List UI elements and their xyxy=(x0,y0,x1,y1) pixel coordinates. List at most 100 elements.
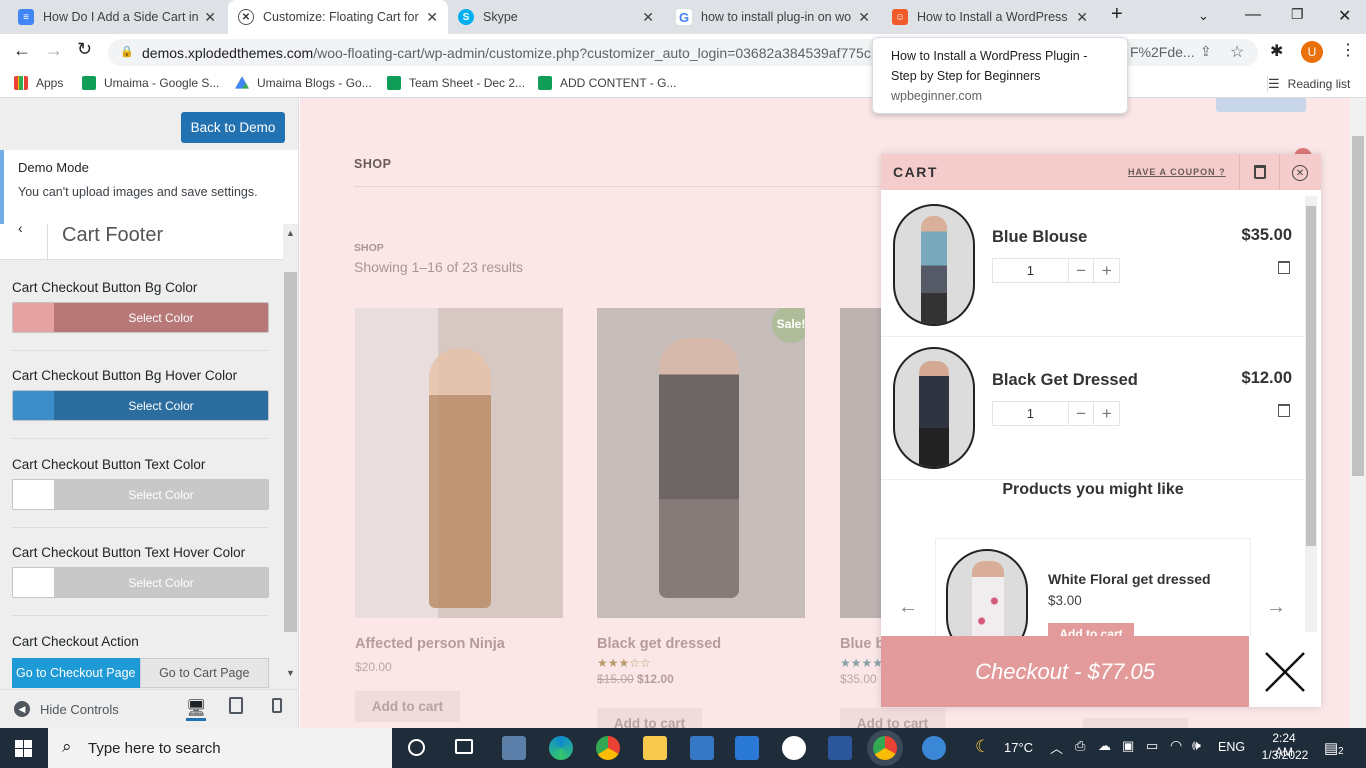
wifi-icon[interactable]: ◠ xyxy=(1170,737,1182,754)
windows-start-icon[interactable] xyxy=(15,740,32,757)
battery-icon[interactable]: ▭ xyxy=(1146,738,1158,754)
back-to-demo-button[interactable]: Back to Demo xyxy=(181,112,285,143)
nav-shop[interactable]: SHOP xyxy=(354,157,391,171)
maximize-icon[interactable]: ❐ xyxy=(1291,6,1304,23)
cart-scrollbar-track[interactable] xyxy=(1305,196,1317,632)
cortana-icon[interactable] xyxy=(408,739,425,756)
collapse-icon[interactable]: ◀ xyxy=(14,701,30,717)
minimize-icon[interactable]: — xyxy=(1245,6,1261,24)
weather-temp[interactable]: 17°C xyxy=(1004,740,1033,755)
bookmark-umaima-sheets[interactable]: Umaima - Google S... xyxy=(82,76,219,90)
bookmark-add-content[interactable]: ADD CONTENT - G... xyxy=(538,76,676,90)
file-explorer-icon[interactable] xyxy=(643,736,667,760)
tablet-preview-icon[interactable] xyxy=(229,697,243,714)
close-cart-button[interactable] xyxy=(1249,636,1321,707)
tab-customize-floating-cart[interactable]: ✕ Customize: Floating Cart for W ✕ xyxy=(228,0,448,34)
cart-item-name[interactable]: Black Get Dressed xyxy=(992,371,1138,390)
scroll-down-icon[interactable]: ▼ xyxy=(286,668,295,678)
checkout-button[interactable]: Checkout - $77.05 xyxy=(881,636,1249,707)
suggested-product-name[interactable]: White Floral get dressed xyxy=(1048,571,1211,587)
mobile-preview-icon[interactable] xyxy=(272,698,282,713)
cart-item-name[interactable]: Blue Blouse xyxy=(992,228,1087,247)
have-coupon-link[interactable]: HAVE A COUPON ? xyxy=(1128,167,1226,177)
volume-icon[interactable]: 🕪 xyxy=(1192,737,1201,754)
share-icon[interactable]: ⇪ xyxy=(1200,43,1212,60)
color-picker-button[interactable]: Select Color xyxy=(12,479,269,510)
product-image[interactable]: Sale! xyxy=(597,308,805,618)
bookmark-umaima-blogs[interactable]: Umaima Blogs - Go... xyxy=(235,76,372,90)
store-icon[interactable] xyxy=(690,736,714,760)
add-to-cart-button-partial[interactable] xyxy=(1083,718,1188,728)
mail-icon[interactable] xyxy=(735,736,759,760)
section-back-button[interactable]: ‹ xyxy=(0,220,48,260)
hide-controls-label[interactable]: Hide Controls xyxy=(40,702,119,717)
tab-wpbeginner[interactable]: ☺ How to Install a WordPress P ✕ xyxy=(882,0,1098,34)
preview-scrollbar-track[interactable] xyxy=(1350,98,1366,728)
remove-item-trash-icon[interactable] xyxy=(1278,404,1290,418)
menu-kebab-icon[interactable]: ⋮ xyxy=(1340,40,1356,60)
product-name[interactable]: Black get dressed xyxy=(597,636,805,652)
add-to-cart-button[interactable]: Add to cart xyxy=(597,708,702,728)
plus-icon[interactable]: + xyxy=(1093,259,1119,282)
notification-icon[interactable]: ▤ xyxy=(1324,739,1338,757)
tray-icon[interactable]: ⎙ xyxy=(1075,738,1085,754)
forward-arrow-icon[interactable]: → xyxy=(45,40,63,61)
chevron-up-icon[interactable]: ︿ xyxy=(1050,738,1063,757)
minus-icon[interactable]: − xyxy=(1067,402,1094,425)
reload-icon[interactable]: ↻ xyxy=(77,39,92,60)
option-cart-page[interactable]: Go to Cart Page xyxy=(139,658,269,688)
new-tab-icon[interactable]: + xyxy=(1111,3,1123,26)
bookmark-star-icon[interactable]: ☆ xyxy=(1230,42,1245,62)
preview-scrollbar-thumb[interactable] xyxy=(1352,136,1364,476)
close-cart-circle-icon[interactable]: ✕ xyxy=(1292,165,1308,181)
cart-item-image[interactable] xyxy=(893,204,975,326)
reading-list-button[interactable]: ☰ Reading list xyxy=(1267,76,1350,92)
close-tab-icon[interactable]: ✕ xyxy=(1076,9,1088,26)
carousel-prev-arrow-icon[interactable]: ← xyxy=(898,596,918,619)
network-icon[interactable]: ▣ xyxy=(1122,738,1134,754)
laptop-app-icon[interactable] xyxy=(502,736,526,760)
remove-item-trash-icon[interactable] xyxy=(1278,261,1290,275)
cart-scrollbar-thumb[interactable] xyxy=(1306,206,1316,546)
breadcrumb[interactable]: SHOP xyxy=(354,242,384,254)
taskbar-search-box[interactable]: ⌕ Type here to search xyxy=(48,728,392,768)
word-icon[interactable] xyxy=(828,736,852,760)
tab-skype[interactable]: S Skype ✕ xyxy=(448,0,664,34)
chrome-profile-icon[interactable] xyxy=(873,736,897,760)
back-arrow-icon[interactable]: ← xyxy=(13,40,31,61)
clock-date[interactable]: 1/3/2022 xyxy=(1260,748,1310,762)
tab-side-cart-doc[interactable]: ≡ How Do I Add a Side Cart in W ✕ xyxy=(8,0,226,34)
edge-icon[interactable] xyxy=(549,736,573,760)
color-picker-button[interactable]: Select Color xyxy=(12,567,269,598)
option-checkout-page[interactable]: Go to Checkout Page xyxy=(12,658,140,688)
clear-cart-trash-icon[interactable] xyxy=(1254,165,1266,179)
close-tab-icon[interactable]: ✕ xyxy=(204,9,216,26)
color-picker-button[interactable]: Select Color xyxy=(12,302,269,333)
scroll-up-icon[interactable]: ▲ xyxy=(286,228,295,238)
quantity-input[interactable]: 1 xyxy=(993,259,1068,282)
cart-item-image[interactable] xyxy=(893,347,975,469)
chrome-icon[interactable] xyxy=(596,736,620,760)
bookmark-team-sheet[interactable]: Team Sheet - Dec 2... xyxy=(387,76,525,90)
close-tab-icon[interactable]: ✕ xyxy=(858,9,870,26)
close-window-icon[interactable]: ✕ xyxy=(1338,6,1351,26)
product-image[interactable] xyxy=(355,308,563,618)
onedrive-icon[interactable]: ☁ xyxy=(1098,738,1111,754)
minus-icon[interactable]: − xyxy=(1067,259,1094,282)
profile-avatar[interactable]: U xyxy=(1301,41,1323,63)
language-indicator[interactable]: ENG xyxy=(1218,740,1245,754)
close-tab-icon[interactable]: ✕ xyxy=(426,9,438,26)
tab-google-search[interactable]: G how to install plug-in on wor ✕ xyxy=(666,0,880,34)
customizer-scrollbar[interactable] xyxy=(284,272,297,632)
quantity-input[interactable]: 1 xyxy=(993,402,1068,425)
bookmark-apps[interactable]: Apps xyxy=(14,76,63,90)
help-icon[interactable] xyxy=(922,736,946,760)
add-to-cart-button[interactable]: Add to cart xyxy=(840,708,945,728)
desktop-preview-icon[interactable]: 🖥 xyxy=(186,698,207,721)
task-view-icon[interactable] xyxy=(455,739,473,754)
add-to-cart-button[interactable]: Add to cart xyxy=(355,691,460,722)
app-circle-icon[interactable] xyxy=(782,736,806,760)
extensions-icon[interactable]: ✱ xyxy=(1270,41,1283,61)
carousel-next-arrow-icon[interactable]: → xyxy=(1266,596,1286,619)
color-picker-button[interactable]: Select Color xyxy=(12,390,269,421)
